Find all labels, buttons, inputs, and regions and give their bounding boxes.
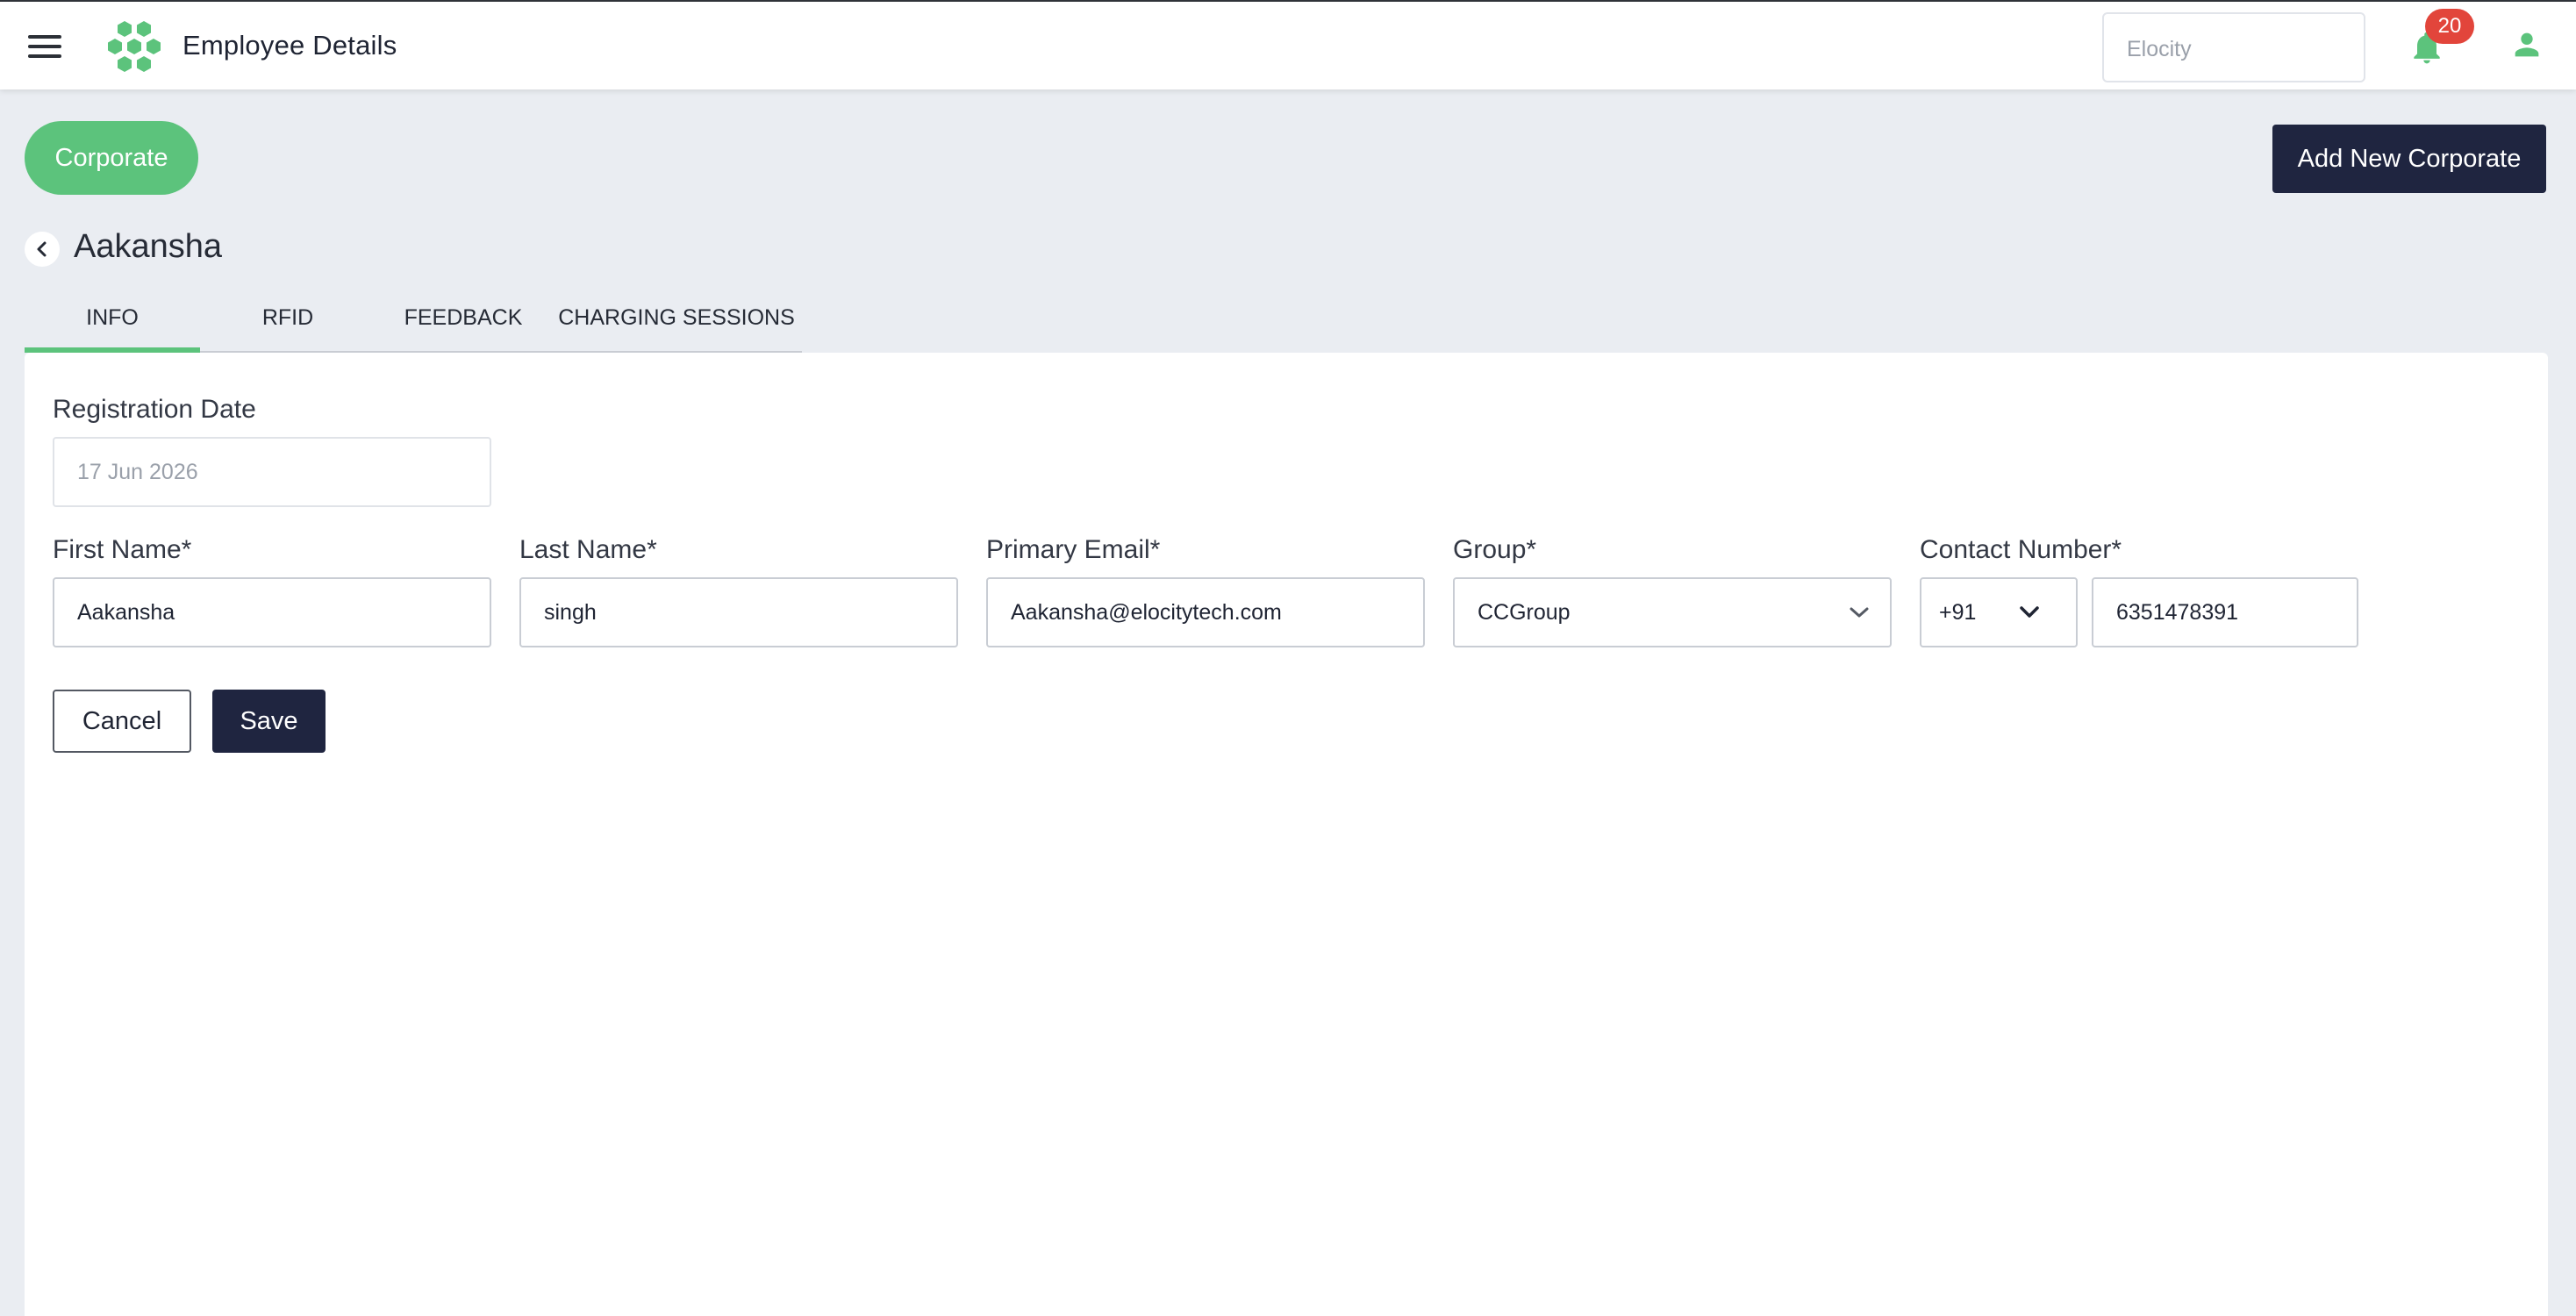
employee-info-card: Registration Date 17 Jun 2026 First Name…: [25, 353, 2548, 1316]
employee-name-heading: Aakansha: [74, 228, 223, 265]
save-button[interactable]: Save: [212, 690, 326, 753]
corporate-pill[interactable]: Corporate: [25, 121, 198, 195]
notification-badge: 20: [2425, 9, 2474, 44]
user-icon[interactable]: [2509, 26, 2544, 63]
primary-email-label: Primary Email*: [986, 535, 1161, 564]
registration-date-label: Registration Date: [53, 395, 256, 424]
country-code-select[interactable]: +91: [1920, 577, 2078, 647]
hexagon-cluster-logo: [108, 21, 161, 72]
country-code-value: +91: [1939, 600, 1977, 625]
primary-email-field[interactable]: Aakansha@elocitytech.com: [986, 577, 1425, 647]
chevron-left-icon: [37, 241, 47, 257]
group-selected-value: CCGroup: [1478, 600, 1571, 625]
back-button[interactable]: [25, 232, 60, 267]
top-bar: Employee Details Elocity 20: [0, 0, 2576, 89]
first-name-field[interactable]: Aakansha: [53, 577, 491, 647]
tenant-selector[interactable]: Elocity: [2102, 12, 2365, 82]
group-select[interactable]: CCGroup: [1453, 577, 1892, 647]
hamburger-menu-icon[interactable]: [28, 33, 63, 60]
tab-feedback[interactable]: FEEDBACK: [376, 290, 551, 353]
registration-date-field: 17 Jun 2026: [53, 437, 491, 507]
chevron-down-icon: [1850, 607, 1869, 618]
cancel-button[interactable]: Cancel: [53, 690, 191, 753]
last-name-field[interactable]: singh: [519, 577, 958, 647]
tab-rfid[interactable]: RFID: [200, 290, 376, 353]
group-label: Group*: [1453, 535, 1537, 564]
chevron-down-icon: [2020, 606, 2039, 618]
last-name-label: Last Name*: [519, 535, 657, 564]
tab-charging-sessions[interactable]: CHARGING SESSIONS: [551, 290, 802, 353]
first-name-label: First Name*: [53, 535, 192, 564]
tab-info[interactable]: INFO: [25, 290, 200, 353]
page-title: Employee Details: [182, 30, 397, 61]
contact-number-field[interactable]: 6351478391: [2092, 577, 2358, 647]
add-new-corporate-button[interactable]: Add New Corporate: [2272, 125, 2546, 193]
tab-bar: INFO RFID FEEDBACK CHARGING SESSIONS: [25, 290, 802, 353]
contact-number-label: Contact Number*: [1920, 535, 2122, 564]
